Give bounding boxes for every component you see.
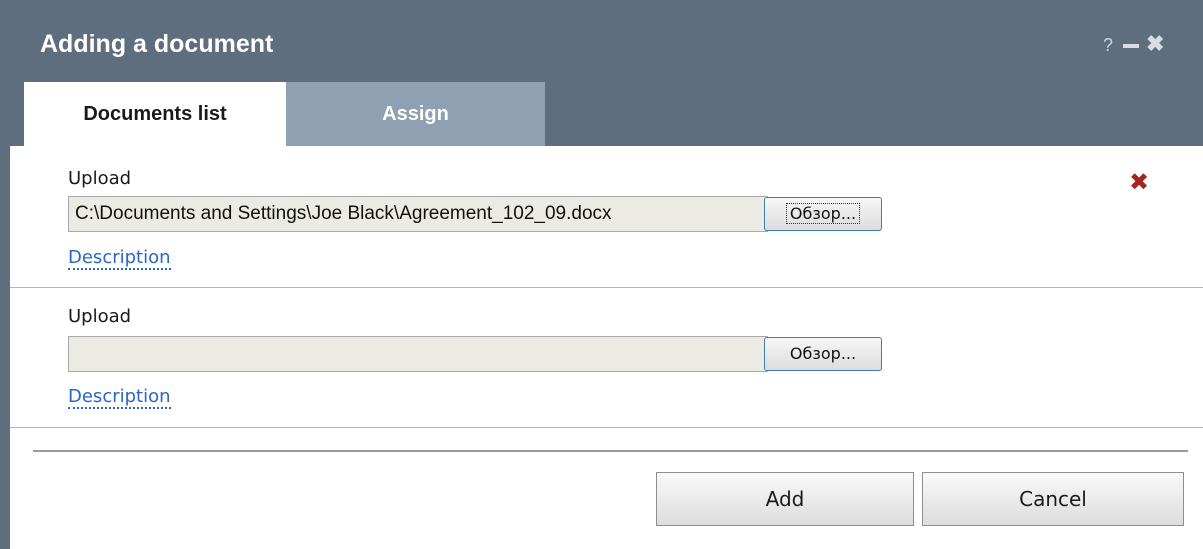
browse-button[interactable]: Обзор... [764,337,882,371]
dialog-title: Adding a document [40,30,274,58]
tab-documents-list[interactable]: Documents list [24,82,286,146]
description-link[interactable]: Description [68,387,171,409]
browse-button-label: Обзор... [785,203,861,224]
add-document-dialog: Adding a document ? ✖ Documents list Ass… [0,0,1203,549]
minimize-icon[interactable] [1123,44,1139,48]
row-divider [10,427,1203,428]
dialog-left-border [0,146,10,549]
upload-label: Upload [68,168,132,189]
close-icon[interactable]: ✖ [1146,31,1164,57]
description-link[interactable]: Description [68,248,171,270]
cancel-button[interactable]: Cancel [922,472,1184,526]
row-divider [10,287,1203,288]
file-path-field[interactable] [68,336,768,372]
browse-button-label: Обзор... [789,344,857,363]
remove-x-icon[interactable]: ✖ [1129,168,1149,196]
add-button[interactable]: Add [656,472,914,526]
browse-button[interactable]: Обзор... [764,197,882,231]
tab-assign[interactable]: Assign [286,82,545,146]
upload-label: Upload [68,306,132,327]
footer-divider [33,450,1188,452]
help-icon[interactable]: ? [1103,35,1113,56]
file-path-field[interactable]: C:\Documents and Settings\Joe Black\Agre… [68,196,768,232]
